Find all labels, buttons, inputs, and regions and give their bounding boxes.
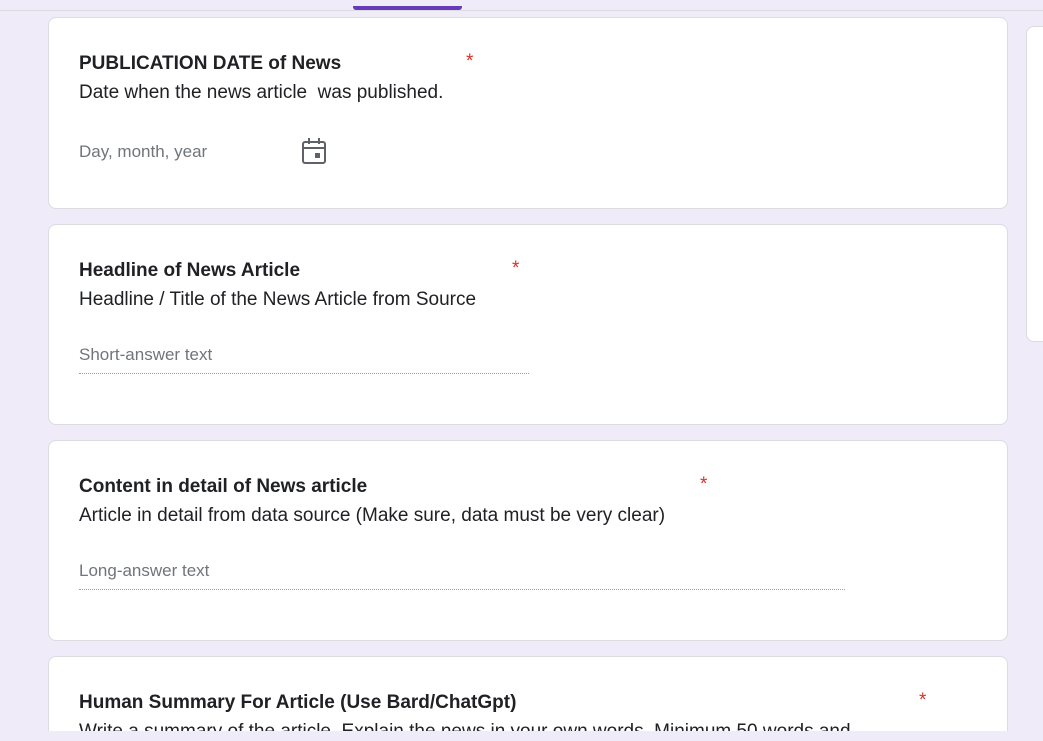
question-title: Human Summary For Article (Use Bard/Chat… xyxy=(79,692,517,713)
question-description: Article in detail from data source (Make… xyxy=(79,505,666,526)
long-answer-input[interactable]: Long-answer text xyxy=(79,561,209,581)
calendar-icon[interactable] xyxy=(301,137,327,165)
question-title: PUBLICATION DATE of News xyxy=(79,53,342,74)
required-asterisk: * xyxy=(466,51,474,72)
short-answer-input[interactable]: Short-answer text xyxy=(79,345,212,365)
question-card-publication-date[interactable]: PUBLICATION DATE of News * Date when the… xyxy=(48,17,1008,209)
question-description: Headline / Title of the News Article fro… xyxy=(79,289,477,310)
question-title: Content in detail of News article xyxy=(79,476,368,497)
floating-toolbar[interactable] xyxy=(1026,26,1043,342)
question-card-content[interactable]: Content in detail of News article * Arti… xyxy=(48,440,1008,641)
question-title: Headline of News Article xyxy=(79,260,301,281)
question-card-human-summary[interactable]: Human Summary For Article (Use Bard/Chat… xyxy=(48,656,1008,731)
question-card-headline[interactable]: Headline of News Article * Headline / Ti… xyxy=(48,224,1008,425)
active-tab-indicator xyxy=(353,6,462,10)
date-input-placeholder[interactable]: Day, month, year xyxy=(79,142,207,162)
short-answer-underline xyxy=(79,373,529,374)
required-asterisk: * xyxy=(700,474,708,495)
required-asterisk: * xyxy=(919,690,927,711)
required-asterisk: * xyxy=(512,258,520,279)
long-answer-underline xyxy=(79,589,845,590)
question-description: Date when the news article was published… xyxy=(79,82,444,103)
question-description: Write a summary of the article. Explain … xyxy=(79,721,851,731)
header-divider xyxy=(0,10,1043,11)
